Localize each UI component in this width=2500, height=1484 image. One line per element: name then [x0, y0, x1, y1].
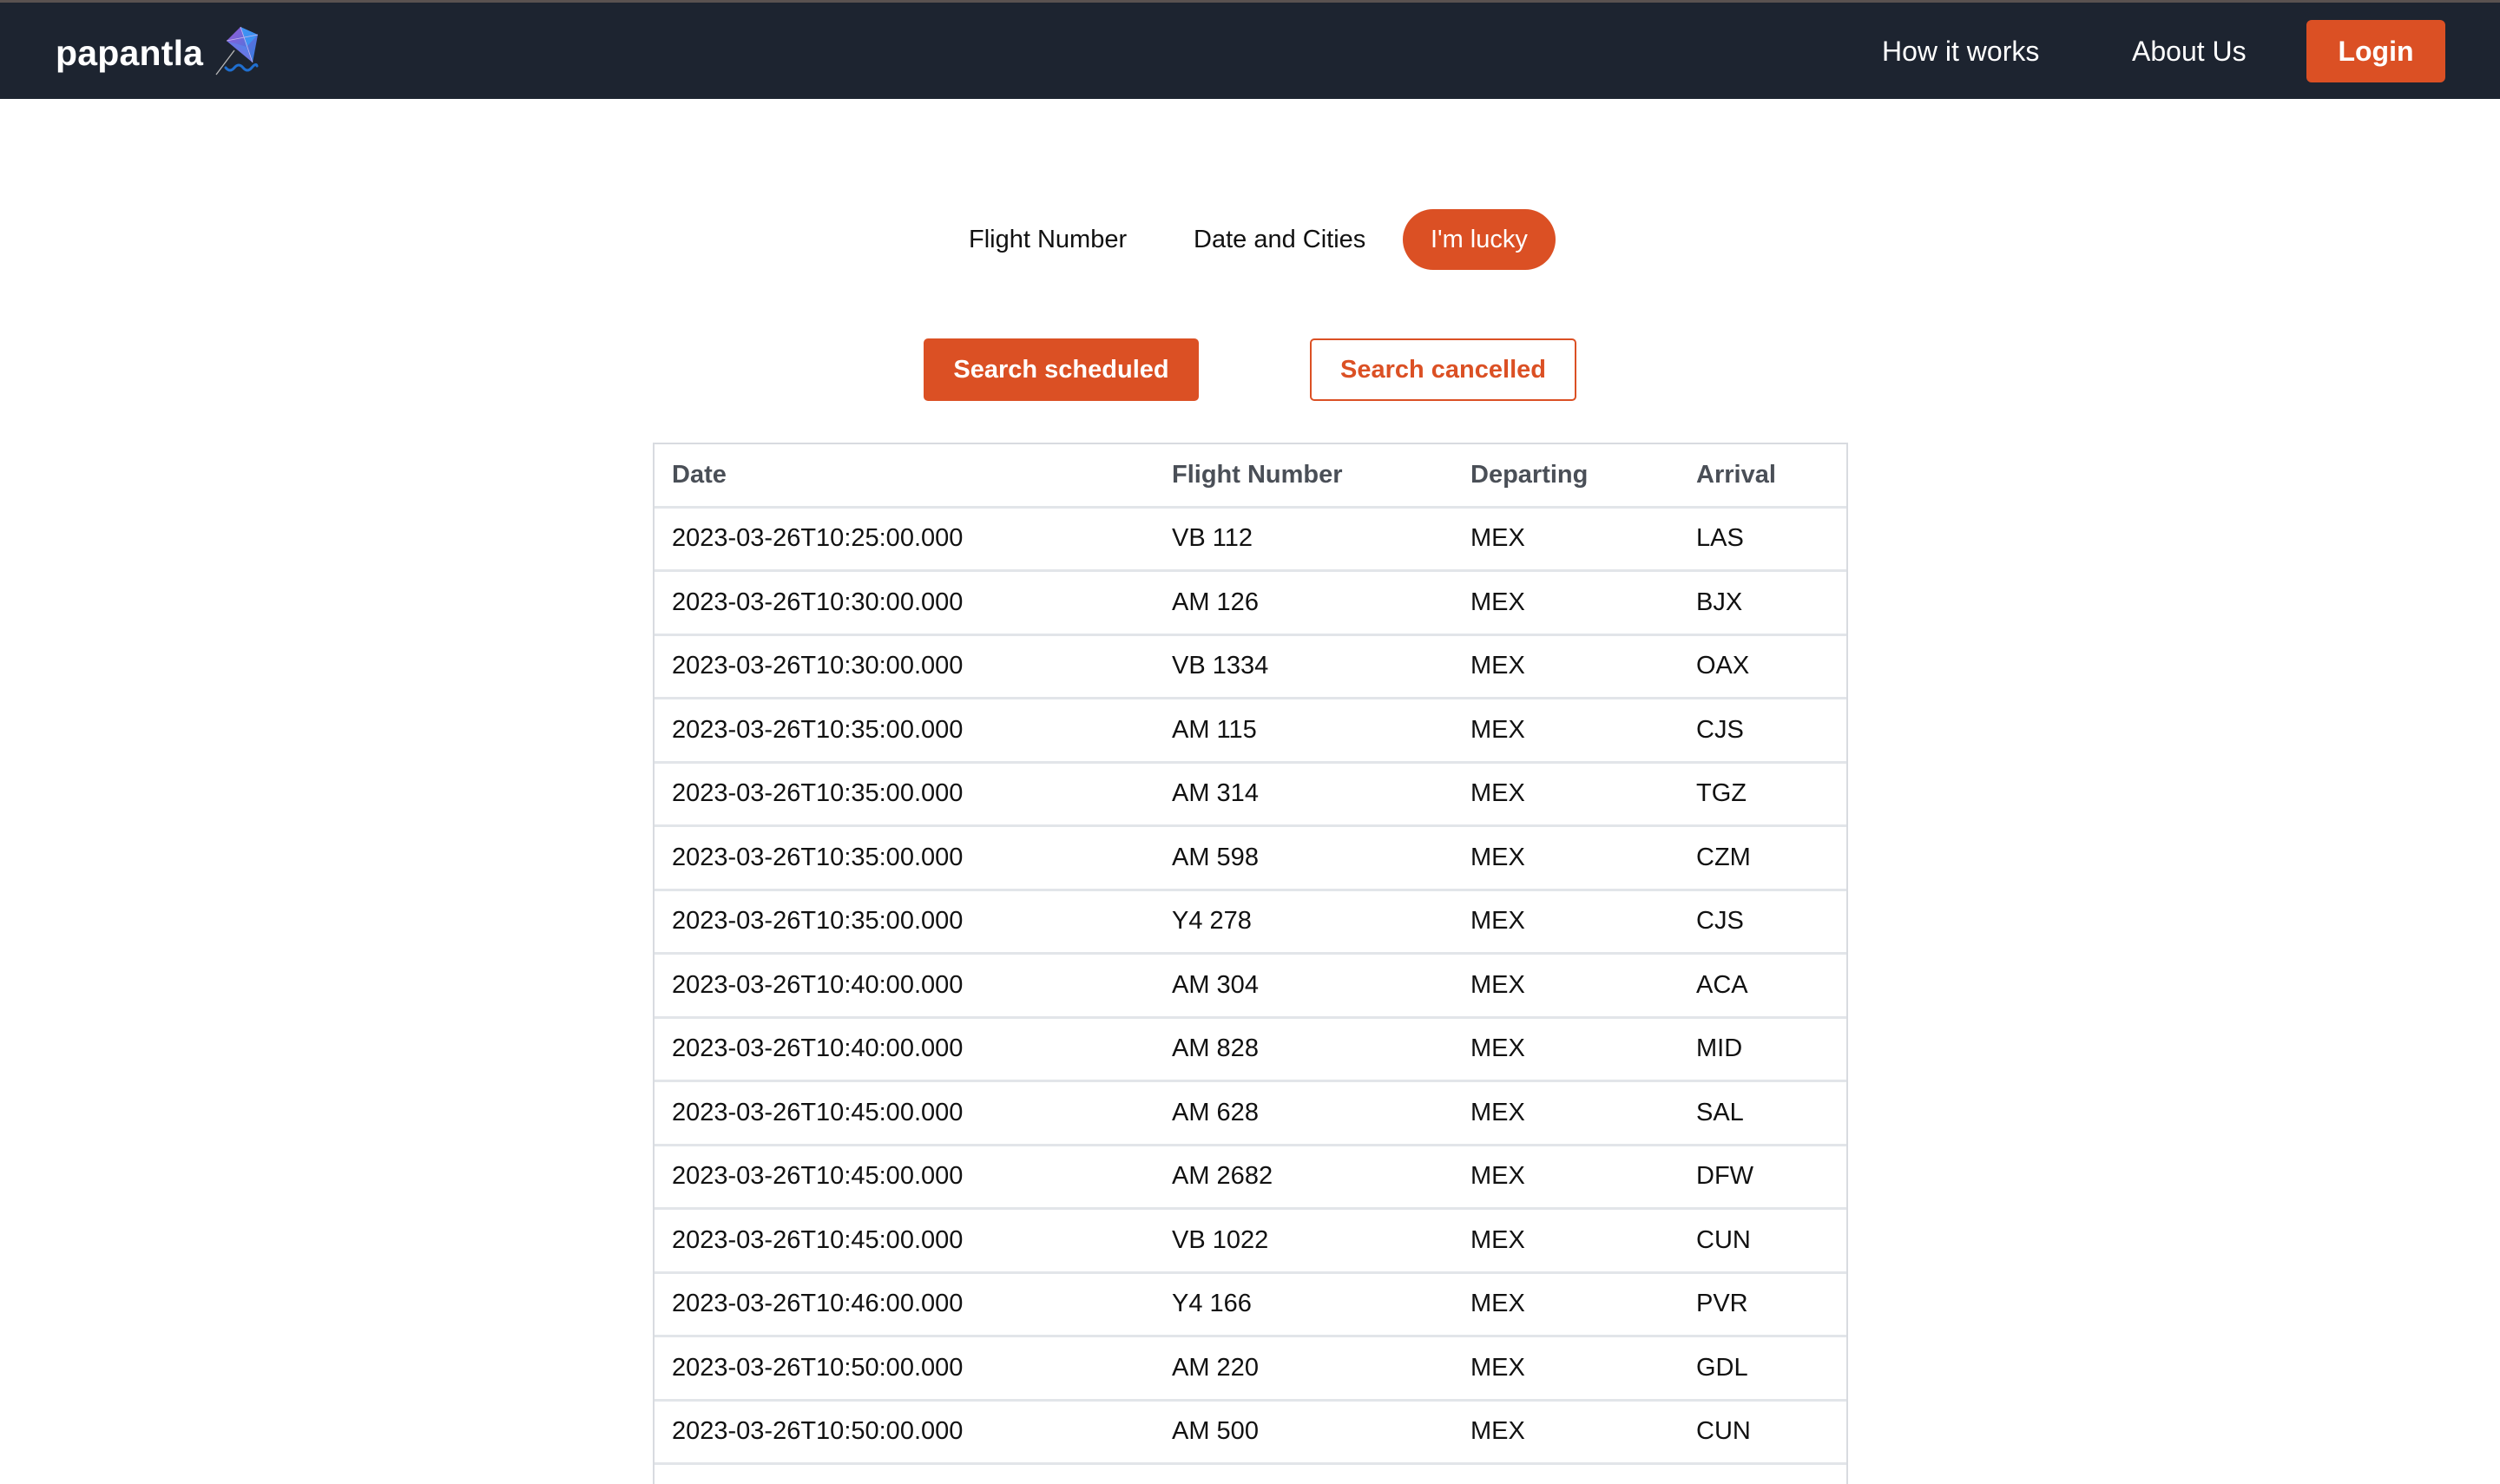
cell-arrival: OAX [1679, 634, 1846, 699]
table-row[interactable]: 2023-03-26T10:30:00.000 AM 126 MEX BJX [655, 570, 1846, 636]
cell-arrival: PVR [1679, 1272, 1846, 1337]
cell-flight-number: AM 115 [1155, 698, 1453, 764]
cell-flight-number: AM 314 [1155, 762, 1453, 827]
table-row[interactable]: 2023-03-26T10:30:00.000 VB 1334 MEX OAX [655, 634, 1846, 699]
column-header-flight-number: Flight Number [1155, 444, 1453, 509]
cell-departing: MEX [1453, 1336, 1679, 1402]
table-row[interactable]: 2023-03-26T10:50:00.000 AM 500 MEX CUN [655, 1400, 1846, 1465]
cell-date: 2023-03-26T10:35:00.000 [655, 698, 1155, 764]
login-button[interactable]: Login [2306, 20, 2445, 82]
table-row[interactable]: 2023-03-26T10:35:00.000 AM 115 MEX CJS [655, 698, 1846, 764]
cell-arrival: SAL [1679, 1080, 1846, 1146]
kite-icon [215, 26, 259, 76]
cell-date: 2023-03-26T10:30:00.000 [655, 570, 1155, 636]
cell-date: 2023-03-26T10:35:00.000 [655, 890, 1155, 955]
cell-arrival: CJS [1679, 890, 1846, 955]
cell-arrival: CZM [1679, 825, 1846, 891]
brand-logo[interactable]: papantla [56, 26, 262, 77]
cell-flight-number: AM 220 [1155, 1336, 1453, 1402]
cell-arrival: ACA [1679, 953, 1846, 1019]
cell-flight-number: AM 2682 [1155, 1145, 1453, 1210]
cell-departing: MEX [1453, 1080, 1679, 1146]
table-row[interactable]: 2023-03-26T10:45:00.000 AM 2682 MEX DFW [655, 1145, 1846, 1210]
cell-flight-number: AM 828 [1155, 1017, 1453, 1082]
cell-departing: MEX [1453, 890, 1679, 955]
cell-date: 2023-03-26T10:25:00.000 [655, 507, 1155, 572]
cell-date: 2023-03-26T10:45:00.000 [655, 1145, 1155, 1210]
flights-table: Date Flight Number Departing Arrival 202… [655, 444, 1846, 1465]
cell-date: 2023-03-26T10:50:00.000 [655, 1336, 1155, 1402]
cell-arrival: LAS [1679, 507, 1846, 572]
table-row[interactable]: 2023-03-26T10:45:00.000 AM 628 MEX SAL [655, 1080, 1846, 1146]
cell-arrival: CJS [1679, 698, 1846, 764]
cell-flight-number: AM 500 [1155, 1400, 1453, 1465]
cell-arrival: TGZ [1679, 762, 1846, 827]
cell-flight-number: VB 112 [1155, 507, 1453, 572]
cell-departing: MEX [1453, 1272, 1679, 1337]
table-row[interactable]: 2023-03-26T10:25:00.000 VB 112 MEX LAS [655, 507, 1846, 572]
cell-date: 2023-03-26T10:40:00.000 [655, 1017, 1155, 1082]
cell-arrival: GDL [1679, 1336, 1846, 1402]
table-row[interactable]: 2023-03-26T10:35:00.000 Y4 278 MEX CJS [655, 890, 1846, 955]
cell-departing: MEX [1453, 762, 1679, 827]
cell-date: 2023-03-26T10:40:00.000 [655, 953, 1155, 1019]
cell-departing: MEX [1453, 698, 1679, 764]
table-header-row: Date Flight Number Departing Arrival [655, 444, 1846, 509]
column-header-date: Date [655, 444, 1155, 509]
cell-flight-number: Y4 278 [1155, 890, 1453, 955]
cell-date: 2023-03-26T10:50:00.000 [655, 1400, 1155, 1465]
cell-departing: MEX [1453, 1208, 1679, 1274]
cell-date: 2023-03-26T10:30:00.000 [655, 634, 1155, 699]
cell-departing: MEX [1453, 570, 1679, 636]
cell-departing: MEX [1453, 953, 1679, 1019]
table-row[interactable]: 2023-03-26T10:35:00.000 AM 598 MEX CZM [655, 825, 1846, 891]
cell-departing: MEX [1453, 1145, 1679, 1210]
table-row[interactable]: 2023-03-26T10:46:00.000 Y4 166 MEX PVR [655, 1272, 1846, 1337]
cell-flight-number: AM 598 [1155, 825, 1453, 891]
table-row[interactable]: 2023-03-26T10:40:00.000 AM 304 MEX ACA [655, 953, 1846, 1019]
column-header-departing: Departing [1453, 444, 1679, 509]
cell-departing: MEX [1453, 1400, 1679, 1465]
cell-date: 2023-03-26T10:45:00.000 [655, 1208, 1155, 1274]
column-header-arrival: Arrival [1679, 444, 1846, 509]
cell-date: 2023-03-26T10:35:00.000 [655, 825, 1155, 891]
navbar: papantla How it works About Us Login [0, 3, 2500, 99]
cell-flight-number: Y4 166 [1155, 1272, 1453, 1337]
search-cancelled-button[interactable]: Search cancelled [1310, 338, 1576, 401]
cell-flight-number: VB 1022 [1155, 1208, 1453, 1274]
cell-arrival: MID [1679, 1017, 1846, 1082]
cell-flight-number: AM 126 [1155, 570, 1453, 636]
cell-flight-number: AM 628 [1155, 1080, 1453, 1146]
cell-departing: MEX [1453, 825, 1679, 891]
table-row[interactable]: 2023-03-26T10:50:00.000 AM 220 MEX GDL [655, 1336, 1846, 1402]
cell-arrival: CUN [1679, 1208, 1846, 1274]
search-scheduled-button[interactable]: Search scheduled [924, 338, 1199, 401]
cell-flight-number: AM 304 [1155, 953, 1453, 1019]
cell-flight-number: VB 1334 [1155, 634, 1453, 699]
cell-date: 2023-03-26T10:45:00.000 [655, 1080, 1155, 1146]
cell-date: 2023-03-26T10:35:00.000 [655, 762, 1155, 827]
cell-arrival: DFW [1679, 1145, 1846, 1210]
tab-flight-number[interactable]: Flight Number [969, 209, 1127, 270]
table-body: 2023-03-26T10:25:00.000 VB 112 MEX LAS 2023-… [655, 507, 1846, 1465]
table-row[interactable]: 2023-03-26T10:40:00.000 AM 828 MEX MID [655, 1017, 1846, 1082]
tab-date-and-cities[interactable]: Date and Cities [1194, 209, 1365, 270]
cell-departing: MEX [1453, 1017, 1679, 1082]
nav-link-about-us[interactable]: About Us [2132, 32, 2247, 70]
cell-arrival: BJX [1679, 570, 1846, 636]
brand-name: papantla [56, 33, 204, 73]
cell-date: 2023-03-26T10:46:00.000 [655, 1272, 1155, 1337]
tab-im-lucky[interactable]: I'm lucky [1403, 209, 1556, 270]
cell-departing: MEX [1453, 634, 1679, 699]
nav-link-how-it-works[interactable]: How it works [1882, 32, 2039, 70]
cell-arrival: CUN [1679, 1400, 1846, 1465]
table-row[interactable]: 2023-03-26T10:35:00.000 AM 314 MEX TGZ [655, 762, 1846, 827]
cell-departing: MEX [1453, 507, 1679, 572]
search-mode-tabs: Flight Number Date and Cities I'm lucky [0, 209, 2500, 270]
table-row[interactable]: 2023-03-26T10:45:00.000 VB 1022 MEX CUN [655, 1208, 1846, 1274]
flights-table-container[interactable]: Date Flight Number Departing Arrival 202… [653, 443, 1848, 1484]
